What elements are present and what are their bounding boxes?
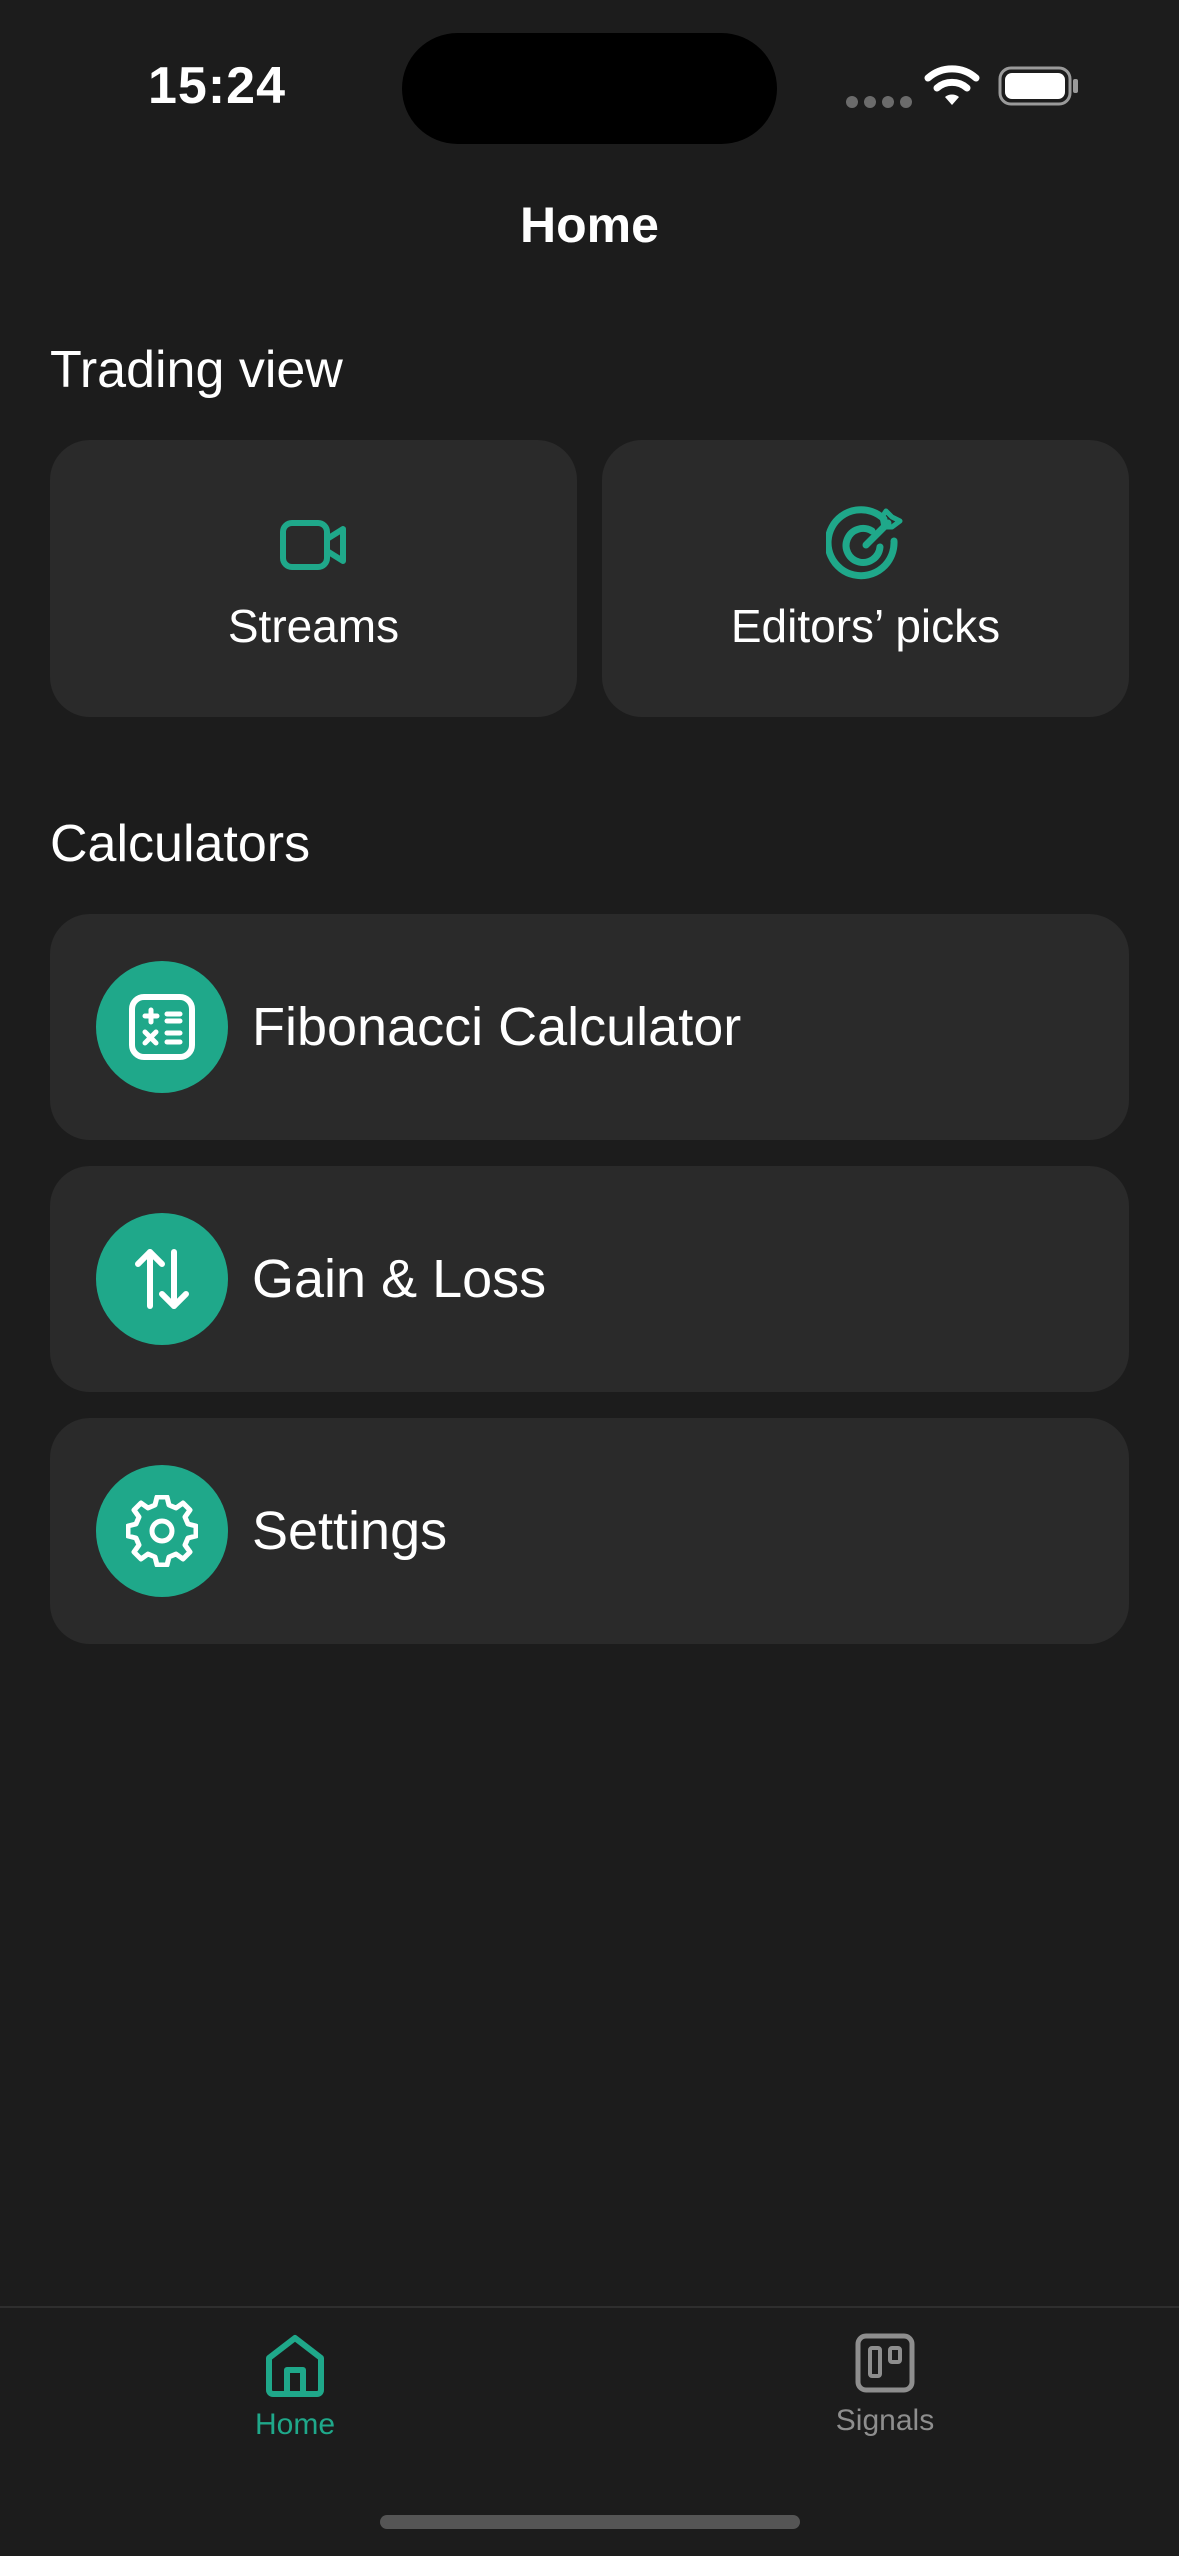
page-title: Home bbox=[520, 197, 659, 253]
wifi-icon bbox=[924, 65, 980, 105]
section-title-calculators: Calculators bbox=[50, 815, 311, 873]
arrows-up-down-icon bbox=[96, 1213, 228, 1345]
gain-loss-label: Gain & Loss bbox=[252, 1249, 547, 1309]
gain-loss-item[interactable]: Gain & Loss bbox=[50, 1166, 1129, 1392]
calculator-icon bbox=[96, 961, 228, 1093]
cellular-signal-icon bbox=[846, 96, 912, 108]
settings-label: Settings bbox=[252, 1501, 448, 1561]
dynamic-island bbox=[402, 33, 777, 144]
streams-tile[interactable]: Streams bbox=[50, 440, 577, 717]
gear-icon bbox=[96, 1465, 228, 1597]
tab-signals[interactable]: Signals bbox=[765, 2332, 1005, 2438]
kanban-board-icon bbox=[855, 2333, 915, 2393]
tab-home[interactable]: Home bbox=[175, 2332, 415, 2442]
home-indicator[interactable] bbox=[380, 2515, 800, 2529]
editors-picks-tile[interactable]: Editors’ picks bbox=[602, 440, 1129, 717]
video-camera-icon bbox=[279, 505, 349, 585]
editors-picks-label: Editors’ picks bbox=[730, 599, 1001, 652]
home-icon bbox=[266, 2335, 324, 2397]
tab-signals-label: Signals bbox=[835, 2404, 935, 2437]
home-screen: 15:24 Home Trading view Streams Editors’… bbox=[0, 0, 1179, 2556]
section-title-trading-view: Trading view bbox=[50, 341, 343, 399]
fibonacci-calculator-item[interactable]: Fibonacci Calculator bbox=[50, 914, 1129, 1140]
status-time: 15:24 bbox=[148, 57, 286, 115]
target-icon bbox=[825, 505, 906, 585]
tab-home-label: Home bbox=[254, 2408, 336, 2441]
battery-icon bbox=[998, 66, 1078, 106]
streams-label: Streams bbox=[227, 599, 400, 652]
settings-item[interactable]: Settings bbox=[50, 1418, 1129, 1644]
fibonacci-calculator-label: Fibonacci Calculator bbox=[252, 997, 742, 1057]
